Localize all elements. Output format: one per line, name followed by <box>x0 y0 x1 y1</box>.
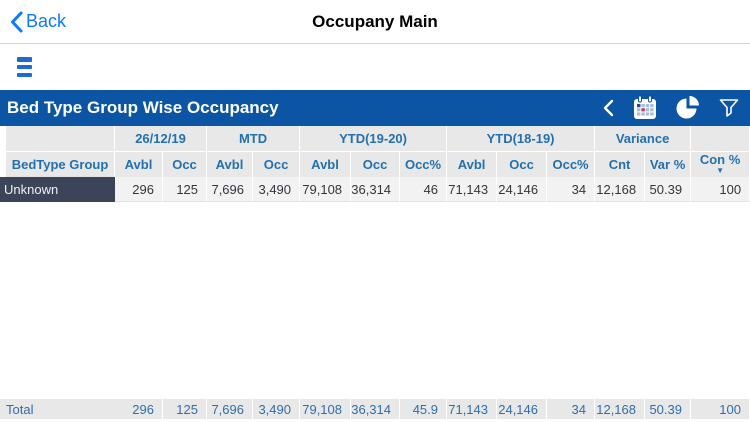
total-cell: 12,168 <box>595 399 645 419</box>
occupancy-screen: Back Occupany Main Bed Type Group Wise O… <box>0 0 750 422</box>
content-spacer <box>0 202 750 399</box>
cell: 296 <box>115 177 163 202</box>
cell: 79,108 <box>300 177 352 202</box>
row-label[interactable]: Unknown <box>0 177 115 202</box>
col-occpct-2[interactable]: Occ% <box>547 151 596 177</box>
group-ytd-19-20: YTD(19-20) <box>300 126 448 151</box>
table-row-unknown[interactable]: Unknown 296 125 7,696 3,490 79,108 36,31… <box>0 177 750 202</box>
toolbar-icons <box>601 95 740 121</box>
col-occpct-1[interactable]: Occ% <box>400 151 448 177</box>
group-26-12-19: 26/12/19 <box>115 126 208 151</box>
back-button[interactable]: Back <box>10 0 66 43</box>
total-row: Total 296 125 7,696 3,490 79,108 36,314 … <box>0 399 750 419</box>
group-blank <box>0 126 115 151</box>
menu-strip <box>0 44 750 90</box>
group-blank-end <box>691 126 750 151</box>
calendar-icon[interactable] <box>632 95 658 121</box>
column-header-row: BedType Group Avbl Occ Avbl Occ Avbl Occ… <box>0 151 750 177</box>
cell: 71,143 <box>447 177 498 202</box>
total-cell: 36,314 <box>351 399 400 419</box>
total-cell: 125 <box>163 399 207 419</box>
col-varpct[interactable]: Var % <box>645 151 692 177</box>
report-title: Bed Type Group Wise Occupancy <box>7 98 279 117</box>
cell: 3,490 <box>253 177 301 202</box>
total-cell: 7,696 <box>207 399 253 419</box>
group-variance: Variance <box>595 126 692 151</box>
page-title: Occupany Main <box>312 11 438 31</box>
total-cell: 296 <box>115 399 163 419</box>
group-mtd: MTD <box>207 126 301 151</box>
report-toolbar: Bed Type Group Wise Occupancy <box>0 90 750 126</box>
cell: 12,168 <box>595 177 646 202</box>
cell: 100 <box>691 177 750 202</box>
col-conpct[interactable]: Con % ▼ <box>691 151 750 177</box>
back-chevron-icon <box>11 11 23 32</box>
cell: 7,696 <box>207 177 254 202</box>
cell: 24,146 <box>497 177 548 202</box>
cell: 34 <box>547 177 596 202</box>
total-cell: 71,143 <box>447 399 497 419</box>
col-avbl-1[interactable]: Avbl <box>115 151 163 177</box>
col-avbl-4[interactable]: Avbl <box>447 151 498 177</box>
collapse-icon[interactable] <box>601 98 615 118</box>
col-avbl-3[interactable]: Avbl <box>300 151 352 177</box>
total-cell: 79,108 <box>300 399 351 419</box>
col-occ-2[interactable]: Occ <box>253 151 301 177</box>
col-cnt[interactable]: Cnt <box>595 151 646 177</box>
total-cell: 45.9 <box>400 399 447 419</box>
col-occ-3[interactable]: Occ <box>351 151 401 177</box>
nav-bar: Back Occupany Main <box>0 0 750 44</box>
cell: 46 <box>400 177 448 202</box>
occupancy-table: 26/12/19 MTD YTD(19-20) YTD(18-19) Varia… <box>0 126 750 202</box>
total-cell: 34 <box>547 399 595 419</box>
col-bedtype-group[interactable]: BedType Group <box>0 151 115 177</box>
cell: 36,314 <box>351 177 401 202</box>
col-occ-1[interactable]: Occ <box>163 151 208 177</box>
sort-desc-icon: ▼ <box>716 165 725 175</box>
total-cell: 3,490 <box>253 399 300 419</box>
cell: 125 <box>163 177 208 202</box>
col-occ-4[interactable]: Occ <box>497 151 548 177</box>
hamburger-menu-icon[interactable] <box>17 57 32 77</box>
cell: 50.39 <box>645 177 692 202</box>
pie-chart-icon[interactable] <box>675 95 701 121</box>
group-ytd-18-19: YTD(18-19) <box>447 126 596 151</box>
filter-icon[interactable] <box>718 97 740 119</box>
total-cell: 100 <box>691 399 750 419</box>
total-cell: 50.39 <box>645 399 691 419</box>
totals-table: Total 296 125 7,696 3,490 79,108 36,314 … <box>0 399 750 419</box>
total-cell: 24,146 <box>497 399 547 419</box>
col-avbl-2[interactable]: Avbl <box>207 151 254 177</box>
total-label: Total <box>0 399 115 419</box>
back-label: Back <box>26 11 67 31</box>
group-header-row: 26/12/19 MTD YTD(19-20) YTD(18-19) Varia… <box>0 126 750 151</box>
col-conpct-label: Con % <box>699 151 741 167</box>
